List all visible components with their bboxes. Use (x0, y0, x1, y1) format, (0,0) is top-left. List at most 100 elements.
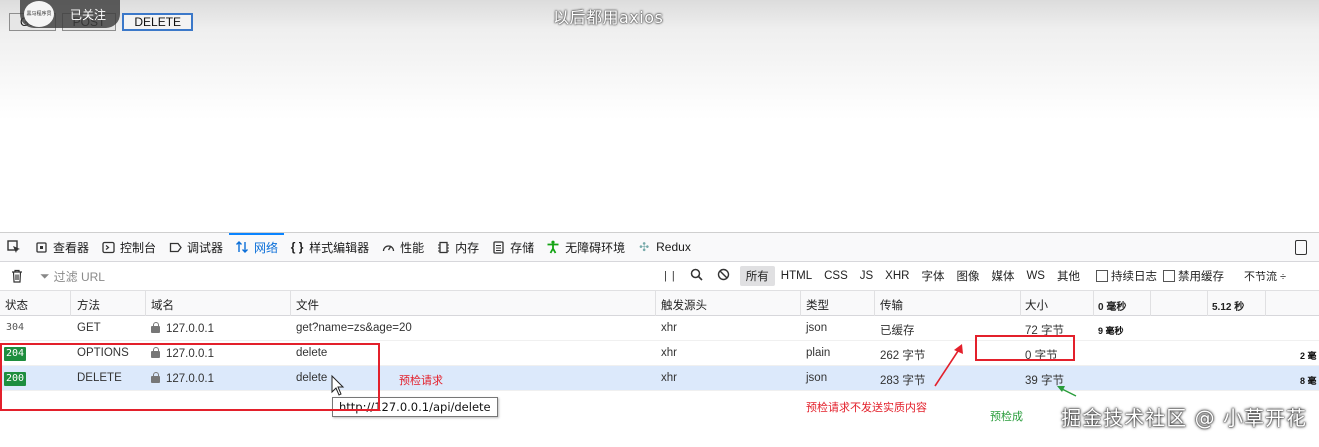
annotation-box-preflight (0, 343, 380, 411)
persist-logs-checkbox[interactable]: 持续日志 (1095, 268, 1157, 284)
type-filter-all[interactable]: 所有 (739, 266, 775, 286)
pause-icon[interactable]: | | (664, 270, 676, 282)
throttle-select[interactable]: 不节流 ÷ (1244, 268, 1286, 284)
dock-side-icon[interactable] (1295, 240, 1307, 255)
request-file: get?name=zs&age=20 (296, 322, 412, 334)
devtools-toolbar: 查看器 控制台 调试器 网络 { } 样式编辑器 性能 内存 存储 无障碍环境 ✣… (0, 232, 1319, 262)
redux-icon: ✣ (639, 240, 650, 254)
page-area: GET POST DELETE 黑马程序员 已关注 以后都用axios (0, 0, 1319, 232)
domain-text: 127.0.0.1 (166, 323, 214, 335)
tab-storage-label: 存储 (510, 240, 535, 255)
follow-badge[interactable]: 黑马程序员 已关注 (20, 0, 120, 28)
tab-debugger[interactable]: 调试器 (162, 233, 229, 262)
tab-memory-label: 内存 (455, 240, 480, 255)
tab-console[interactable]: 控制台 (95, 233, 162, 262)
type-filter-other[interactable]: 其他 (1051, 266, 1086, 286)
request-timing: 2 毫 (1300, 351, 1317, 361)
network-icon (235, 240, 249, 254)
clear-trash-icon[interactable] (0, 269, 34, 283)
request-transferred: 262 字节 (880, 350, 926, 362)
request-type: json (806, 322, 828, 334)
status-code: 304 (6, 322, 25, 333)
tab-inspector-label: 查看器 (53, 240, 90, 255)
annotation-no-content: 预检请求不发送实质内容 (806, 401, 927, 414)
tab-performance-label: 性能 (400, 240, 425, 255)
col-waterfall-start[interactable]: 0 毫秒 (1098, 298, 1126, 313)
type-filter-js[interactable]: JS (854, 268, 879, 284)
type-filter-html[interactable]: HTML (775, 268, 818, 284)
disable-cache-checkbox[interactable]: 禁用缓存 (1162, 268, 1224, 284)
request-size: 39 字节 (1025, 375, 1064, 387)
inspector-icon (34, 240, 48, 254)
memory-icon (436, 240, 450, 254)
type-filter-xhr[interactable]: XHR (879, 268, 915, 284)
delete-button[interactable]: DELETE (122, 13, 194, 31)
performance-icon (381, 240, 395, 254)
storage-icon (491, 240, 505, 254)
avatar-text: 黑马程序员 (26, 11, 52, 17)
request-type: plain (806, 347, 831, 359)
col-size[interactable]: 大小 (1025, 297, 1048, 313)
checkbox-box (1162, 270, 1175, 282)
avatar: 黑马程序员 (24, 1, 54, 27)
tab-accessibility-label: 无障碍环境 (565, 240, 626, 255)
filter-funnel-icon: ⏷ (40, 268, 50, 283)
tab-debugger-label: 调试器 (187, 240, 224, 255)
type-filter-fonts[interactable]: 字体 (915, 266, 950, 286)
lock-icon (151, 322, 160, 333)
annotation-preflight: 预检请求 (399, 374, 443, 387)
watermark: 掘金技术社区 @ 小草开花 (1061, 406, 1307, 430)
request-cause: xhr (661, 322, 677, 334)
tab-redux-label: Redux (656, 240, 691, 254)
tab-style-editor[interactable]: { } 样式编辑器 (284, 233, 375, 262)
tab-inspector[interactable]: 查看器 (28, 233, 95, 262)
video-overlay-title: 以后都用axios (553, 8, 664, 27)
filter-actions: | | (664, 268, 730, 284)
tab-style-editor-label: 样式编辑器 (309, 240, 370, 255)
request-cause: xhr (661, 372, 677, 384)
disable-cache-label: 禁用缓存 (1177, 271, 1224, 283)
annotation-box-size (975, 335, 1075, 361)
accessibility-icon (546, 240, 560, 254)
tab-accessibility[interactable]: 无障碍环境 (540, 233, 631, 262)
network-filter-bar: ⏷ 过滤 URL | | 所有 HTML CSS JS XHR 字体 图像 媒体… (0, 262, 1319, 291)
col-cause[interactable]: 触发源头 (661, 297, 707, 313)
request-transferred: 283 字节 (880, 375, 926, 387)
table-row[interactable]: 304 GET 127.0.0.1 get?name=zs&age=20 xhr… (0, 316, 1319, 341)
request-method: GET (77, 322, 101, 334)
persist-logs-label: 持续日志 (1110, 271, 1157, 283)
col-waterfall-mark: 5.12 秒 (1212, 302, 1245, 313)
type-filter-css[interactable]: CSS (818, 268, 854, 284)
tab-performance[interactable]: 性能 (375, 233, 430, 262)
style-editor-icon: { } (290, 240, 304, 254)
search-icon[interactable] (690, 268, 703, 284)
tab-memory[interactable]: 内存 (430, 233, 485, 262)
request-domain: 127.0.0.1 (151, 322, 214, 335)
col-type[interactable]: 类型 (806, 297, 829, 313)
element-picker-icon[interactable] (0, 233, 28, 262)
debugger-icon (168, 240, 182, 254)
block-icon[interactable] (717, 268, 730, 284)
request-transferred: 已缓存 (880, 325, 915, 337)
type-filter-media[interactable]: 媒体 (985, 266, 1020, 286)
annotation-green-note: 预检成 (990, 410, 1023, 423)
col-file[interactable]: 文件 (296, 297, 319, 313)
col-method[interactable]: 方法 (77, 297, 100, 313)
type-filter-ws[interactable]: WS (1020, 268, 1051, 284)
col-domain[interactable]: 域名 (151, 297, 174, 313)
request-cause: xhr (661, 347, 677, 359)
tab-redux[interactable]: ✣ Redux (631, 233, 697, 262)
type-filters: 所有 HTML CSS JS XHR 字体 图像 媒体 WS 其他 (739, 266, 1086, 286)
filter-placeholder: 过滤 URL (53, 269, 105, 284)
table-header: 状态 方法 域名 文件 触发源头 类型 传输 大小 0 毫秒 5.12 秒 (0, 291, 1319, 316)
tab-network[interactable]: 网络 (229, 232, 285, 262)
request-timing: 8 毫 (1300, 376, 1317, 386)
col-status[interactable]: 状态 (5, 297, 28, 313)
filter-url-input[interactable]: ⏷ 过滤 URL (40, 268, 660, 285)
col-transferred[interactable]: 传输 (880, 297, 903, 313)
console-icon (101, 240, 115, 254)
type-filter-images[interactable]: 图像 (950, 266, 985, 286)
tab-storage[interactable]: 存储 (485, 233, 540, 262)
request-type: json (806, 372, 828, 384)
request-timing: 9 毫秒 (1098, 326, 1124, 336)
